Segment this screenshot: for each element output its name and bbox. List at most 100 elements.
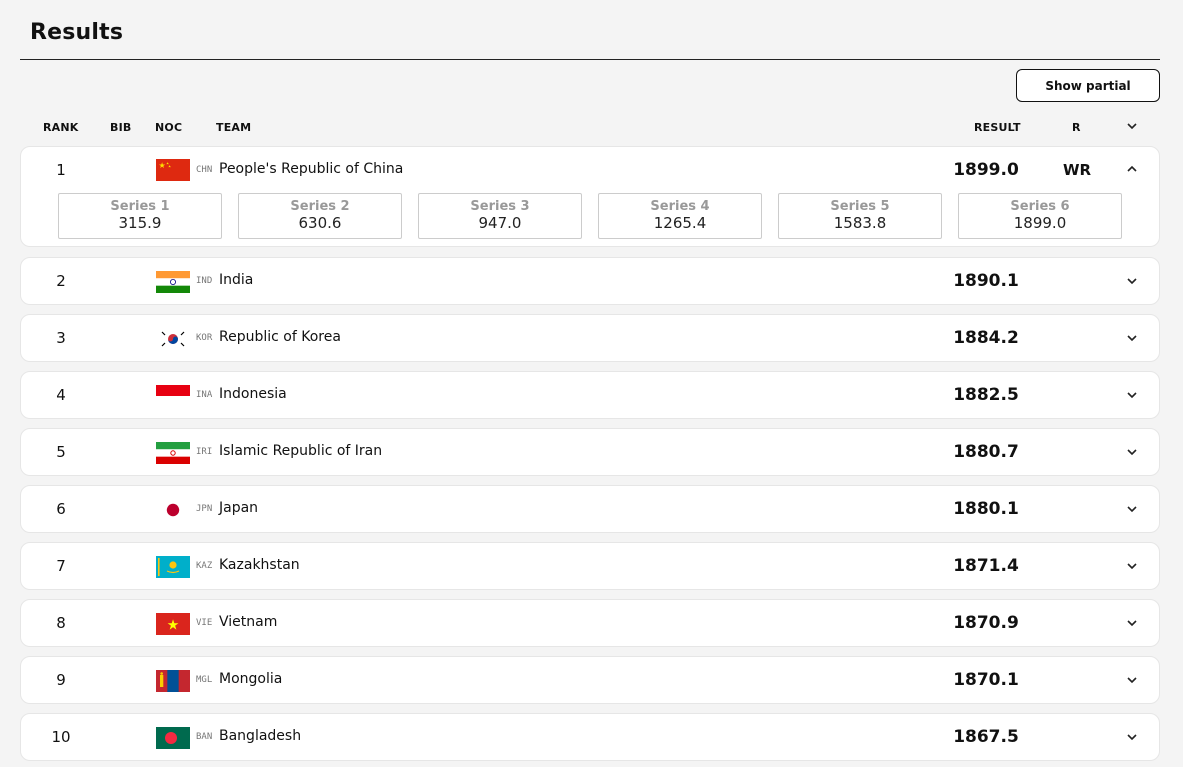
row-rank: 3: [56, 329, 66, 347]
row-result: 1870.1: [953, 670, 1019, 690]
chevron-down-icon[interactable]: [1125, 388, 1139, 402]
row-result: 1871.4: [953, 556, 1019, 576]
row-team: Islamic Republic of Iran: [219, 443, 383, 459]
column-header-record: R: [1072, 121, 1081, 134]
table-row[interactable]: 3 KOR Republic of Korea 1884.2: [20, 314, 1160, 362]
svg-text:★: ★: [168, 165, 171, 169]
table-row[interactable]: 9 MGL Mongolia 1870.1: [20, 656, 1160, 704]
row-noc: INA: [196, 390, 213, 400]
page-title: Results: [30, 20, 124, 45]
row-rank: 7: [56, 557, 66, 575]
row-team: Japan: [219, 500, 259, 516]
table-row[interactable]: 1 ★ ★ ★ CHN People's Republic of China 189…: [20, 146, 1160, 247]
row-result: 1884.2: [953, 328, 1019, 348]
table-row[interactable]: 2 IND India 1890.1: [20, 257, 1160, 305]
series-value: 1899.0: [1013, 214, 1067, 232]
flag-kazakhstan-icon: [156, 556, 190, 578]
chevron-down-icon[interactable]: [1125, 730, 1139, 744]
column-header-team: TEAM: [216, 121, 252, 134]
series-box: Series 2 630.6: [238, 193, 402, 239]
row-noc: JPN: [196, 504, 213, 514]
row-noc: BAN: [196, 732, 213, 742]
chevron-down-icon[interactable]: [1125, 331, 1139, 345]
chevron-down-icon[interactable]: [1125, 559, 1139, 573]
row-noc: KAZ: [196, 561, 213, 571]
flag-vietnam-icon: ★: [156, 613, 190, 635]
column-header-rank: RANK: [43, 121, 79, 134]
flag-japan-icon: [156, 499, 190, 521]
series-value: 630.6: [298, 214, 342, 232]
flag-mongolia-icon: [156, 670, 190, 692]
series-value: 315.9: [118, 214, 162, 232]
flag-korea-icon: [156, 328, 190, 350]
row-noc: VIE: [196, 618, 213, 628]
table-row[interactable]: 7 KAZ Kazakhstan 1871.4: [20, 542, 1160, 590]
row-noc: CHN: [196, 165, 213, 175]
table-row[interactable]: 10 BAN Bangladesh 1867.5: [20, 713, 1160, 761]
column-header-noc: NOC: [155, 121, 183, 134]
row-rank: 2: [56, 272, 66, 290]
row-team: Republic of Korea: [219, 329, 341, 345]
row-noc: IND: [196, 276, 213, 286]
series-box: Series 3 947.0: [418, 193, 582, 239]
flag-china-icon: ★ ★ ★: [156, 159, 190, 181]
row-rank: 1: [56, 161, 66, 179]
row-team: Indonesia: [219, 386, 287, 402]
table-row[interactable]: 8 ★ VIE Vietnam 1870.9: [20, 599, 1160, 647]
chevron-up-icon[interactable]: [1125, 162, 1139, 176]
row-team: Kazakhstan: [219, 557, 300, 573]
row-noc: IRI: [196, 447, 213, 457]
series-box: Series 6 1899.0: [958, 193, 1122, 239]
title-divider: [20, 59, 1160, 60]
chevron-down-icon[interactable]: [1125, 673, 1139, 687]
row-result: 1870.9: [953, 613, 1019, 633]
row-team: People's Republic of China: [219, 161, 404, 177]
flag-india-icon: [156, 271, 190, 293]
row-rank: 4: [56, 386, 66, 404]
row-result: 1867.5: [953, 727, 1019, 747]
row-result: 1882.5: [953, 385, 1019, 405]
series-label: Series 4: [650, 199, 710, 214]
table-row[interactable]: 4 INA Indonesia 1882.5: [20, 371, 1160, 419]
series-label: Series 5: [830, 199, 890, 214]
chevron-down-icon[interactable]: [1125, 445, 1139, 459]
flag-iran-icon: [156, 442, 190, 464]
row-rank: 9: [56, 671, 66, 689]
flag-bangladesh-icon: [156, 727, 190, 749]
series-label: Series 1: [110, 199, 170, 214]
series-box: Series 4 1265.4: [598, 193, 762, 239]
flag-indonesia-icon: [156, 385, 190, 407]
row-rank: 5: [56, 443, 66, 461]
series-box: Series 1 315.9: [58, 193, 222, 239]
expand-all-chevron-icon[interactable]: [1125, 119, 1139, 133]
row-team: Mongolia: [219, 671, 283, 687]
row-record: WR: [1062, 161, 1092, 179]
chevron-down-icon[interactable]: [1125, 616, 1139, 630]
series-label: Series 3: [470, 199, 530, 214]
series-value: 947.0: [478, 214, 522, 232]
row-noc: MGL: [196, 675, 213, 685]
show-partial-button[interactable]: Show partial: [1016, 69, 1160, 102]
series-box: Series 5 1583.8: [778, 193, 942, 239]
row-result: 1899.0: [953, 160, 1019, 180]
table-row[interactable]: 6 JPN Japan 1880.1: [20, 485, 1160, 533]
row-result: 1890.1: [953, 271, 1019, 291]
row-rank: 10: [51, 728, 71, 746]
column-header-result: RESULT: [974, 121, 1021, 134]
chevron-down-icon[interactable]: [1125, 274, 1139, 288]
row-team: India: [219, 272, 254, 288]
series-value: 1265.4: [653, 214, 707, 232]
svg-text:★: ★: [159, 161, 166, 170]
row-team: Vietnam: [219, 614, 278, 630]
row-result: 1880.1: [953, 499, 1019, 519]
row-team: Bangladesh: [219, 728, 302, 744]
series-value: 1583.8: [833, 214, 887, 232]
row-noc: KOR: [196, 333, 213, 343]
series-label: Series 2: [290, 199, 350, 214]
table-row[interactable]: 5 IRI Islamic Republic of Iran 1880.7: [20, 428, 1160, 476]
chevron-down-icon[interactable]: [1125, 502, 1139, 516]
column-header-bib: BIB: [110, 121, 132, 134]
row-result: 1880.7: [953, 442, 1019, 462]
svg-text:★: ★: [167, 618, 180, 634]
row-rank: 6: [56, 500, 66, 518]
